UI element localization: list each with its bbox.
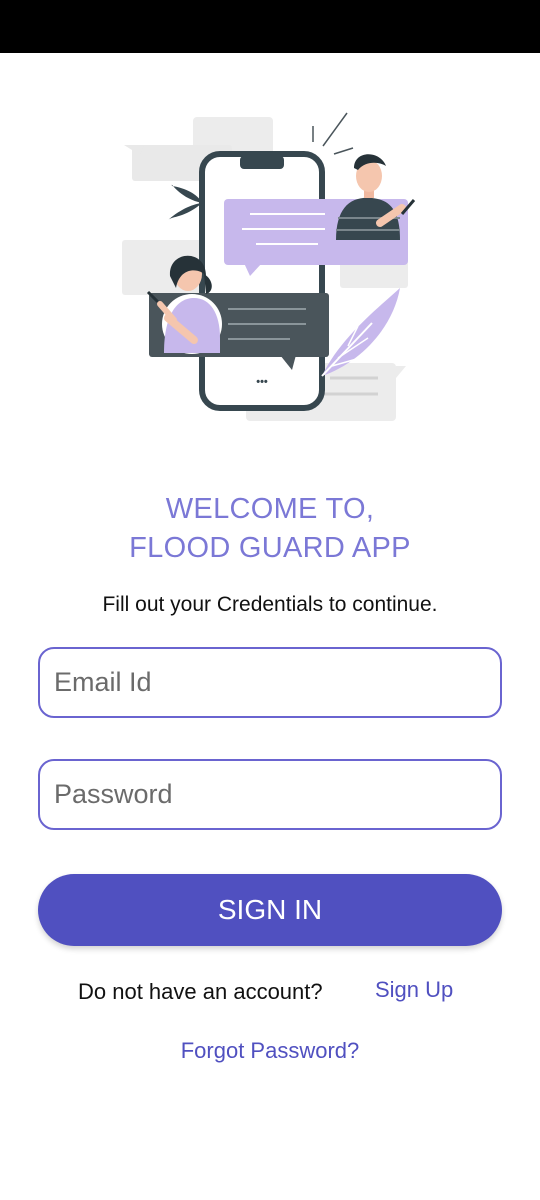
phone-body	[199, 151, 325, 411]
sign-in-button[interactable]: SIGN IN	[38, 874, 502, 946]
password-field-container[interactable]	[38, 759, 502, 830]
email-field-container[interactable]	[38, 647, 502, 718]
chat-phone-illustration: •••	[122, 112, 416, 421]
phone-dots: •••	[256, 376, 268, 388]
phone-notch	[240, 156, 284, 169]
credentials-subtitle: Fill out your Credentials to continue.	[102, 593, 438, 616]
account-row: Do not have an account? Sign Up	[78, 977, 498, 1007]
welcome-line-2: FLOOD GUARD APP	[129, 532, 411, 564]
welcome-line-1: WELCOME TO,	[165, 493, 375, 525]
password-input[interactable]	[40, 779, 500, 810]
status-bar	[0, 0, 540, 53]
email-input[interactable]	[40, 667, 500, 698]
welcome-title: WELCOME TO, FLOOD GUARD APP	[0, 490, 540, 568]
no-account-text: Do not have an account?	[78, 979, 323, 1004]
forgot-password-link[interactable]: Forgot Password?	[0, 1038, 540, 1064]
sign-up-link[interactable]: Sign Up	[375, 977, 453, 1003]
